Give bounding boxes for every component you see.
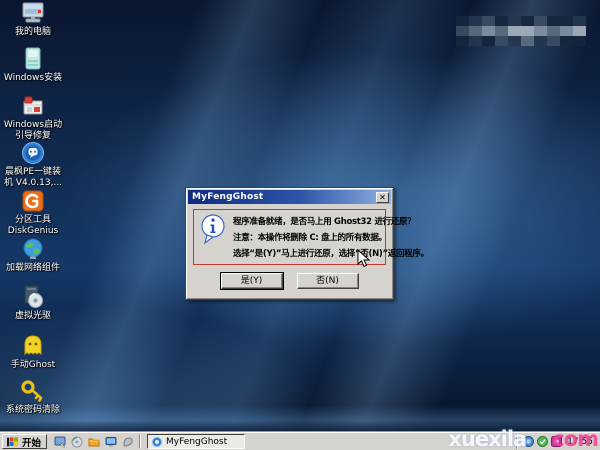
start-button[interactable]: 开始 xyxy=(2,434,48,449)
task-button-label: MyFengGhost xyxy=(166,436,228,447)
desktop-icon-label: 分区工具 DiskGenius xyxy=(7,215,59,236)
desktop-icon-chenfeng-pe[interactable]: 晨枫PE一键装 机 V4.0.13,... xyxy=(0,141,66,188)
shell-icon[interactable] xyxy=(121,435,134,448)
desktop-icon-manual-ghost[interactable]: 手动Ghost xyxy=(0,334,66,371)
no-button[interactable]: 否(N) xyxy=(296,273,359,289)
desktop-icon-virtual-cd[interactable]: 虚拟光驱 xyxy=(0,285,66,322)
taskbar-clock[interactable]: 17:55 xyxy=(565,437,595,447)
censored-watermark-mosaic xyxy=(456,16,586,46)
ghost-icon xyxy=(20,334,46,358)
taskbar: 开始 MyFengGhost 17:55 xyxy=(0,432,600,450)
key-icon xyxy=(20,379,46,403)
desktop-icon-label: 加载网络组件 xyxy=(5,263,60,273)
folder-icon[interactable] xyxy=(87,435,100,448)
desktop-icon-my-computer[interactable]: 我的电脑 xyxy=(0,1,66,38)
desktop-icon-password-clear[interactable]: 系统密码清除 xyxy=(0,379,66,416)
diskgenius-icon xyxy=(20,189,46,213)
windows-install-icon xyxy=(20,47,46,71)
close-icon[interactable]: ✕ xyxy=(376,191,389,203)
chenfeng-pe-icon xyxy=(20,141,46,165)
boot-repair-icon xyxy=(20,94,46,118)
desktop-icon-label: 虚拟光驱 xyxy=(14,311,51,321)
message-line-3: 选择“是(Y)”马上进行还原，选择“否(N)”返回程序。 xyxy=(233,249,429,259)
start-label: 开始 xyxy=(22,437,42,449)
myfengghost-dialog: MyFengGhost ✕ 程序准备就绪，是否马上用 Ghost32 进行还原？… xyxy=(185,187,429,300)
ghost-disc-icon[interactable] xyxy=(70,435,83,448)
desktop-icon-label: 晨枫PE一键装 机 V4.0.13,... xyxy=(3,167,63,188)
taskbar-divider xyxy=(139,435,141,448)
desktop-icon-label: 手动Ghost xyxy=(10,360,56,370)
virtual-cd-icon xyxy=(20,285,46,309)
my-computer-icon xyxy=(20,1,46,25)
message-line-1: 程序准备就绪，是否马上用 Ghost32 进行还原？ xyxy=(233,217,416,227)
desktop-wallpaper: 我的电脑 Windows安装 Windows启动 引导修复 晨枫PE一键装 机 … xyxy=(0,0,600,432)
windows-logo-icon xyxy=(7,437,18,446)
desktop-icon-label: 我的电脑 xyxy=(14,27,51,37)
network-tray-icon[interactable] xyxy=(523,436,535,447)
taskbar-task-myfengghost[interactable]: MyFengGhost xyxy=(147,434,246,449)
desktop-icon-windows-install[interactable]: Windows安装 xyxy=(0,47,66,84)
desktop-icon-diskgenius[interactable]: 分区工具 DiskGenius xyxy=(0,189,66,236)
yes-button[interactable]: 是(Y) xyxy=(219,272,284,290)
dialog-title: MyFengGhost xyxy=(192,192,264,202)
dialog-buttons: 是(Y) 否(N) xyxy=(193,272,386,290)
info-icon xyxy=(200,214,226,250)
show-desktop-icon[interactable] xyxy=(53,435,66,448)
network-globe-icon xyxy=(20,237,46,261)
display-icon[interactable] xyxy=(104,435,117,448)
system-tray: 17:55 xyxy=(516,434,599,449)
input-method-tray-icon[interactable] xyxy=(551,436,563,447)
desktop-icon-network[interactable]: 加载网络组件 xyxy=(0,237,66,274)
task-app-icon xyxy=(152,436,163,447)
desktop-icon-boot-repair[interactable]: Windows启动 引导修复 xyxy=(0,94,66,141)
mouse-cursor xyxy=(357,248,371,272)
message-line-2: 注意：本操作将删除 C: 盘上的所有数据。 xyxy=(233,233,387,243)
dialog-titlebar[interactable]: MyFengGhost ✕ xyxy=(188,190,391,204)
quick-launch-bar xyxy=(47,435,147,448)
screen: 我的电脑 Windows安装 Windows启动 引导修复 晨枫PE一键装 机 … xyxy=(0,0,600,450)
dialog-message: 程序准备就绪，是否马上用 Ghost32 进行还原？ 注意：本操作将删除 C: … xyxy=(233,214,429,259)
desktop-icon-label: Windows安装 xyxy=(3,73,63,83)
green-status-tray-icon[interactable] xyxy=(537,436,549,447)
desktop-icon-label: 系统密码清除 xyxy=(5,405,60,415)
desktop-icon-label: Windows启动 引导修复 xyxy=(3,120,63,141)
